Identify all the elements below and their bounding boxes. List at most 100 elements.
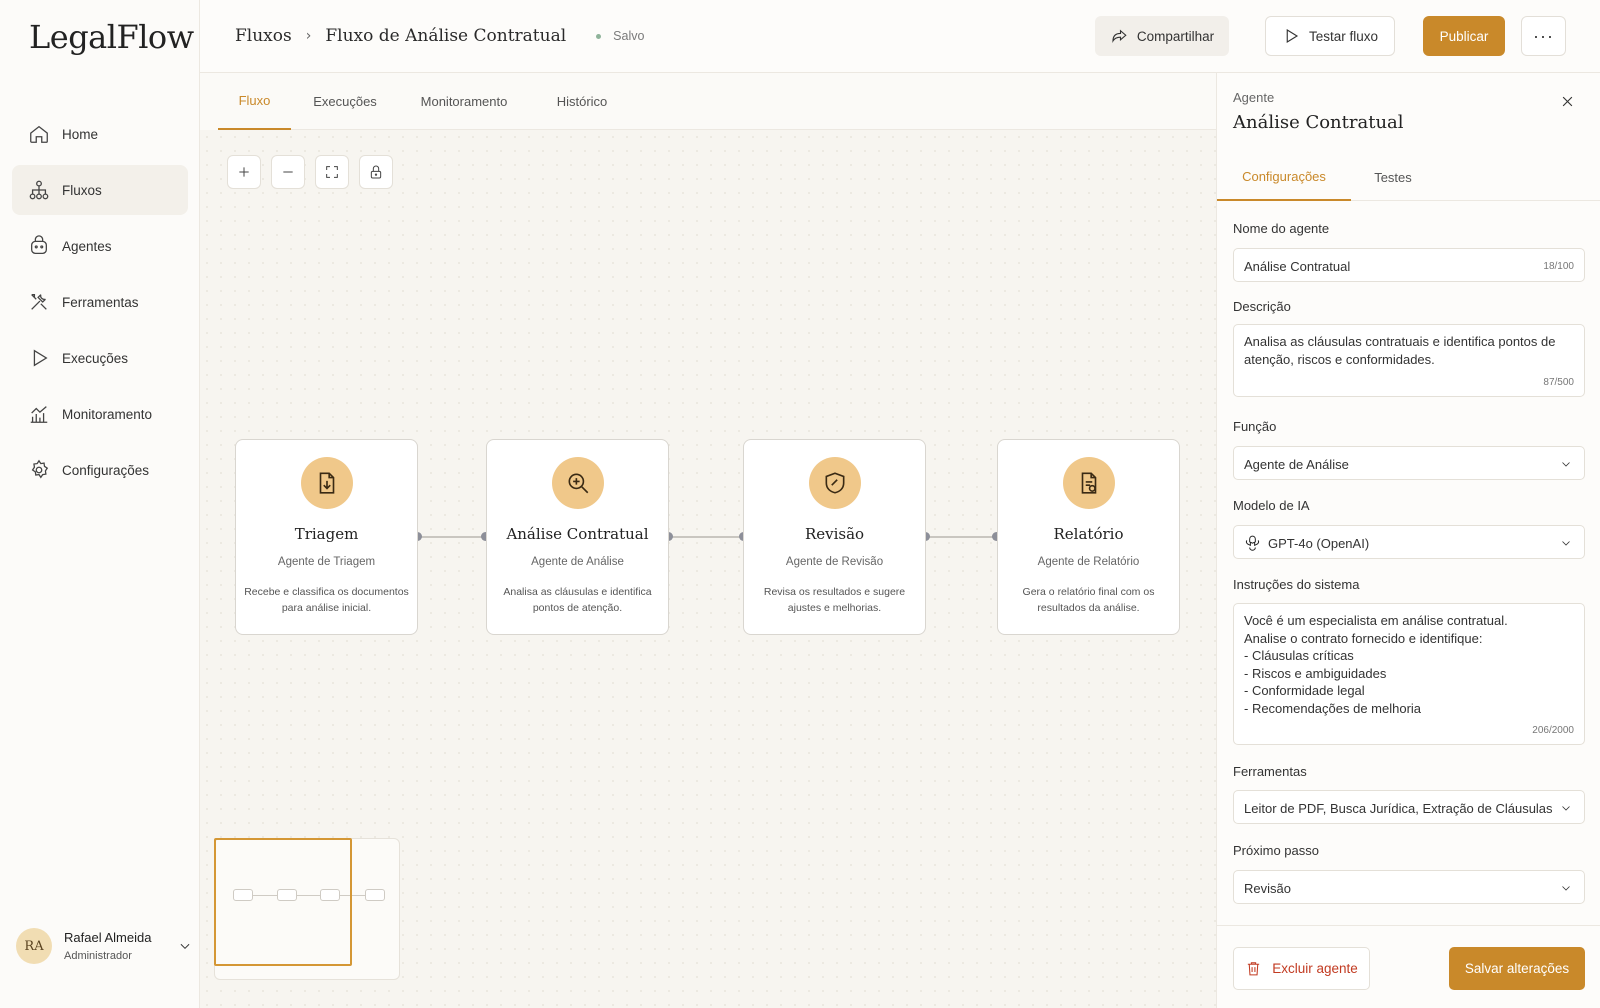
chevron-down-icon[interactable]: [178, 939, 192, 953]
tab-configuracoes[interactable]: Configurações: [1217, 154, 1351, 201]
save-status-label: Salvo: [613, 29, 645, 43]
logo: LegalFlow: [29, 18, 194, 56]
flow-node-triagem[interactable]: Triagem Agente de Triagem Recebe e class…: [235, 439, 418, 635]
node-icon-circle: [1062, 457, 1115, 509]
tab-fluxo[interactable]: Fluxo: [218, 73, 291, 130]
next-step-value: Revisão: [1244, 881, 1291, 896]
model-select[interactable]: GPT-4o (OpenAI): [1233, 525, 1585, 559]
user-name: Rafael Almeida: [64, 930, 152, 945]
minimap-node: [365, 889, 385, 901]
description-label: Descrição: [1233, 299, 1291, 314]
flow-node-revisao[interactable]: Revisão Agente de Revisão Revisa os resu…: [743, 439, 926, 635]
tools-icon: [31, 294, 47, 310]
tab-testes[interactable]: Testes: [1363, 154, 1423, 201]
sidebar-item-label: Ferramentas: [62, 294, 139, 310]
top-bar: Fluxos › Fluxo de Análise Contratual Sal…: [200, 0, 1600, 73]
tab-execucoes[interactable]: Execuções: [305, 73, 385, 130]
sidebar-item-monitoramento[interactable]: Monitoramento: [12, 389, 188, 439]
sidebar-item-label: Home: [62, 126, 99, 142]
openai-icon: [1246, 535, 1259, 551]
model-label: Modelo de IA: [1233, 498, 1310, 513]
share-button-label: Compartilhar: [1136, 28, 1215, 44]
breadcrumb-root[interactable]: Fluxos: [235, 26, 292, 46]
node-description-line: Analisa as cláusulas e identifica: [503, 586, 652, 598]
status-dot: [596, 33, 602, 39]
close-panel-button[interactable]: [1555, 89, 1579, 113]
test-flow-button[interactable]: Testar fluxo: [1265, 16, 1395, 56]
instructions-field[interactable]: Você é um especialista em análise contra…: [1233, 603, 1585, 745]
node-description-line: Recebe e classifica os documentos: [244, 586, 409, 598]
share-button[interactable]: Compartilhar: [1095, 16, 1229, 56]
next-step-select[interactable]: Revisão: [1233, 870, 1585, 904]
more-options-button[interactable]: ···: [1521, 16, 1566, 56]
chevron-down-icon: [1562, 886, 1570, 891]
main-tabs: Fluxo Execuções Monitoramento Histórico: [218, 73, 1216, 130]
agent-name-input[interactable]: Análise Contratual 18/100: [1233, 248, 1585, 282]
sidebar-item-fluxos[interactable]: Fluxos: [12, 165, 188, 215]
agent-icon: [31, 235, 47, 254]
publish-button[interactable]: Publicar: [1423, 16, 1505, 56]
tools-label: Ferramentas: [1233, 764, 1307, 779]
lock-icon: [370, 165, 382, 179]
app: LegalFlow Home Fluxos Agentes Ferramenta…: [0, 0, 1600, 1008]
user-menu[interactable]: RA Rafael Almeida Administrador: [16, 924, 192, 968]
flow-node-relatorio[interactable]: Relatório Agente de Relatório Gera o rel…: [997, 439, 1180, 635]
sidebar-item-configuracoes[interactable]: Configurações: [12, 445, 188, 495]
lock-button[interactable]: [359, 155, 393, 189]
save-changes-button[interactable]: Salvar alterações: [1449, 947, 1585, 990]
fit-view-button[interactable]: [315, 155, 349, 189]
tab-monitoramento[interactable]: Monitoramento: [416, 73, 512, 130]
sidebar-item-ferramentas[interactable]: Ferramentas: [12, 277, 188, 327]
node-description-line: Gera o relatório final com os: [1022, 586, 1155, 598]
instructions-textarea[interactable]: Você é um especialista em análise contra…: [1244, 612, 1574, 717]
sidebar-item-label: Configurações: [62, 462, 150, 478]
agent-name-label: Nome do agente: [1233, 221, 1330, 236]
sidebar-nav: Home Fluxos Agentes Ferramentas Execuçõe…: [12, 109, 188, 501]
node-description-line: pontos de atenção.: [532, 602, 623, 614]
sidebar-item-agentes[interactable]: Agentes: [12, 221, 188, 271]
magnifier-icon: [568, 473, 588, 494]
tools-select[interactable]: Leitor de PDF, Busca Jurídica, Extração …: [1233, 790, 1585, 824]
description-field[interactable]: Analisa as cláusulas contratuais e ident…: [1233, 324, 1585, 397]
report-icon: [1081, 472, 1096, 494]
panel-footer: Excluir agente Salvar alterações: [1217, 925, 1600, 1008]
next-step-label: Próximo passo: [1233, 843, 1319, 858]
node-subtitle: Agente de Relatório: [1037, 556, 1140, 568]
description-textarea[interactable]: Analisa as cláusulas contratuais e ident…: [1244, 333, 1574, 368]
chevron-down-icon: [1562, 806, 1570, 811]
delete-agent-button[interactable]: Excluir agente: [1233, 947, 1370, 990]
role-label: Função: [1233, 419, 1277, 434]
avatar: RA: [16, 928, 52, 964]
node-description-line: resultados da análise.: [1037, 602, 1140, 614]
home-icon: [30, 125, 48, 143]
canvas-toolbar: [227, 155, 403, 189]
sidebar-item-label: Monitoramento: [62, 406, 153, 422]
minimap-viewport[interactable]: [214, 838, 352, 966]
tab-historico[interactable]: Histórico: [549, 73, 615, 130]
chevron-down-icon: [1562, 462, 1570, 467]
node-description-line: para análise inicial.: [281, 602, 372, 614]
sidebar-item-label: Execuções: [62, 350, 129, 366]
close-icon: [1562, 96, 1572, 106]
panel-kicker: Agente: [1233, 90, 1275, 105]
zoom-out-button[interactable]: [271, 155, 305, 189]
node-icon-circle: [300, 457, 353, 509]
plus-icon: [239, 167, 249, 177]
sidebar-item-label: Fluxos: [62, 182, 102, 198]
model-value: GPT-4o (OpenAI): [1268, 536, 1370, 551]
char-counter: 87/500: [1543, 377, 1574, 388]
flow-node-analise-contratual[interactable]: Análise Contratual Agente de Análise Ana…: [486, 439, 669, 635]
node-title: Análise Contratual: [506, 525, 649, 543]
node-title: Triagem: [294, 525, 359, 543]
sidebar-item-home[interactable]: Home: [12, 109, 188, 159]
role-select[interactable]: Agente de Análise: [1233, 446, 1585, 480]
node-icon-circle: [808, 457, 861, 509]
page-title: Fluxo de Análise Contratual: [325, 26, 567, 46]
node-subtitle: Agente de Triagem: [277, 556, 376, 568]
zoom-in-button[interactable]: [227, 155, 261, 189]
play-icon: [1286, 28, 1299, 44]
sidebar-item-execucoes[interactable]: Execuções: [12, 333, 188, 383]
breadcrumb: Fluxos › Fluxo de Análise Contratual Sal…: [235, 26, 644, 46]
panel-tabs: Configurações Testes: [1217, 154, 1600, 201]
fullscreen-icon: [326, 166, 338, 178]
